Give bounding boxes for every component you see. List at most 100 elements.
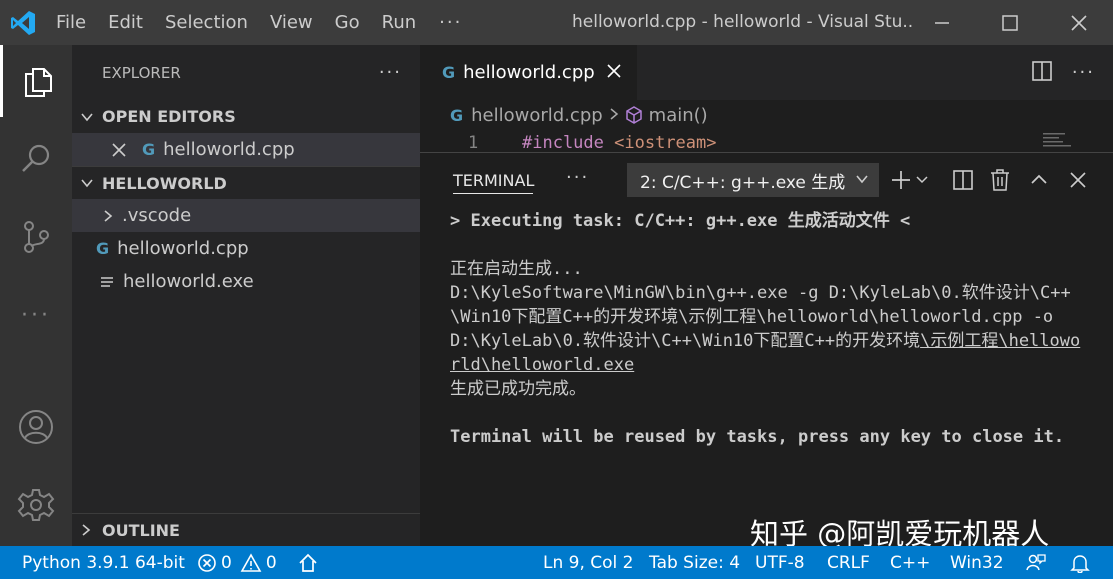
breadcrumb-symbol[interactable]: main() bbox=[649, 105, 708, 126]
minimap[interactable] bbox=[1040, 130, 1090, 150]
terminal-select-value: 2: C/C++: g++.exe 生成 bbox=[640, 172, 846, 193]
close-window-button[interactable] bbox=[1045, 0, 1113, 45]
maximize-panel-button[interactable] bbox=[1024, 163, 1054, 197]
explorer-title: EXPLORER bbox=[102, 63, 181, 82]
new-terminal-button[interactable] bbox=[890, 163, 932, 197]
open-editors-section[interactable]: OPEN EDITORS bbox=[72, 100, 420, 133]
tree-item-helloworld-cpp[interactable]: G helloworld.cpp bbox=[72, 232, 420, 265]
error-count: 0 bbox=[221, 552, 232, 573]
split-terminal-button[interactable] bbox=[948, 163, 978, 197]
include-file: <iostream> bbox=[614, 133, 717, 152]
menu-file[interactable]: File bbox=[45, 0, 97, 45]
line-number: 1 bbox=[468, 133, 479, 152]
kill-terminal-button[interactable] bbox=[985, 163, 1015, 197]
python-interpreter-status[interactable]: Python 3.9.1 64-bit bbox=[22, 546, 185, 579]
breadcrumb-chevron-icon bbox=[609, 105, 619, 126]
settings-button[interactable] bbox=[0, 469, 72, 541]
chevron-right-icon bbox=[102, 209, 122, 223]
explorer-more-button[interactable]: ··· bbox=[379, 62, 402, 83]
terminal-panel: TERMINAL ··· 2: C/C++: g++.exe 生成 > Exec… bbox=[420, 152, 1113, 551]
panel-more-button[interactable]: ··· bbox=[566, 153, 589, 203]
terminal-tab[interactable]: TERMINAL bbox=[453, 153, 534, 208]
menu-edit[interactable]: Edit bbox=[97, 0, 154, 45]
chevron-down-icon bbox=[855, 171, 869, 191]
breadcrumb-file[interactable]: helloworld.cpp bbox=[471, 105, 603, 126]
menu-go[interactable]: Go bbox=[324, 0, 371, 45]
close-tab-icon[interactable] bbox=[607, 62, 621, 83]
close-panel-button[interactable] bbox=[1063, 163, 1093, 197]
tree-item-helloworld-exe[interactable]: helloworld.exe bbox=[72, 265, 420, 298]
editor-more-button[interactable]: ··· bbox=[1072, 62, 1095, 83]
problems-status[interactable]: 0 0 bbox=[197, 546, 277, 579]
helloworld-folder-section[interactable]: HELLOWORLD bbox=[72, 166, 420, 199]
search-activity-button[interactable] bbox=[0, 123, 72, 195]
notifications-button[interactable] bbox=[1070, 546, 1090, 579]
close-editor-icon[interactable] bbox=[112, 142, 142, 157]
split-icon bbox=[953, 170, 973, 190]
close-icon bbox=[1070, 172, 1086, 188]
chevron-down-icon bbox=[80, 176, 102, 190]
editor-actions: ··· bbox=[1032, 45, 1095, 100]
language-mode-status[interactable]: C++ bbox=[890, 546, 930, 579]
open-editors-label: OPEN EDITORS bbox=[102, 107, 236, 126]
source-control-icon bbox=[24, 221, 49, 253]
cpp-file-icon: G bbox=[442, 63, 456, 82]
explorer-activity-button[interactable] bbox=[0, 45, 72, 117]
title-bar: File Edit Selection View Go Run ··· hell… bbox=[0, 0, 1113, 45]
activity-bar: ··· bbox=[0, 45, 72, 546]
vscode-logo-icon bbox=[0, 0, 45, 45]
eol-status[interactable]: CRLF bbox=[827, 546, 870, 579]
account-icon bbox=[19, 410, 53, 444]
home-icon bbox=[299, 553, 317, 572]
terminal-output[interactable]: > Executing task: C/C++: g++.exe 生成活动文件 … bbox=[450, 209, 1090, 449]
open-editor-item[interactable]: G helloworld.cpp bbox=[72, 133, 420, 166]
terminal-select-dropdown[interactable]: 2: C/C++: g++.exe 生成 bbox=[627, 163, 879, 197]
panel-title-bar: TERMINAL ··· 2: C/C++: g++.exe 生成 bbox=[420, 153, 1113, 208]
terminal-starting-line: 正在启动生成... bbox=[450, 259, 583, 279]
terminal-command-line: D:\KyleSoftware\MinGW\bin\g++.exe -g D:\… bbox=[450, 281, 1090, 377]
minimize-button[interactable] bbox=[908, 0, 976, 45]
editor-tab-helloworld[interactable]: G helloworld.cpp bbox=[420, 45, 637, 100]
tab-label: helloworld.cpp bbox=[463, 62, 595, 83]
more-activity-button[interactable]: ··· bbox=[0, 279, 72, 351]
search-icon bbox=[22, 144, 50, 172]
menu-view[interactable]: View bbox=[259, 0, 324, 45]
code-line-1[interactable]: 1 #include <iostream> bbox=[420, 130, 1113, 152]
menu-bar: File Edit Selection View Go Run ··· bbox=[45, 0, 474, 45]
maximize-button[interactable] bbox=[976, 0, 1044, 45]
tree-item-label: helloworld.cpp bbox=[117, 238, 249, 259]
cpp-file-icon: G bbox=[450, 105, 464, 125]
minimize-icon bbox=[935, 21, 949, 24]
cpp-file-icon: G bbox=[142, 140, 156, 159]
source-control-activity-button[interactable] bbox=[0, 201, 72, 273]
platform-status[interactable]: Win32 bbox=[950, 546, 1004, 579]
feedback-person-icon bbox=[1026, 553, 1046, 570]
accounts-button[interactable] bbox=[0, 391, 72, 463]
terminal-success-line: 生成已成功完成。 bbox=[450, 379, 586, 399]
tree-item-label: .vscode bbox=[122, 205, 192, 226]
symbol-method-icon bbox=[625, 106, 643, 124]
tab-size-status[interactable]: Tab Size: 4 bbox=[649, 546, 740, 579]
home-button[interactable] bbox=[298, 546, 318, 579]
terminal-reuse-line: Terminal will be reused by tasks, press … bbox=[450, 427, 1065, 447]
menu-selection[interactable]: Selection bbox=[154, 0, 259, 45]
menu-run[interactable]: Run bbox=[371, 0, 428, 45]
plus-dropdown-icon bbox=[892, 171, 928, 189]
feedback-button[interactable] bbox=[1026, 546, 1046, 579]
tree-item-vscode[interactable]: .vscode bbox=[72, 199, 420, 232]
menu-more-button[interactable]: ··· bbox=[427, 0, 474, 45]
warning-count: 0 bbox=[265, 552, 277, 573]
outline-section[interactable]: OUTLINE bbox=[72, 513, 420, 546]
include-keyword: #include bbox=[522, 133, 604, 152]
split-editor-icon[interactable] bbox=[1032, 60, 1052, 85]
chevron-right-icon bbox=[80, 523, 102, 537]
editor-tab-bar: G helloworld.cpp ··· bbox=[420, 45, 1113, 100]
editor-area: G helloworld.cpp ··· G helloworld.cpp ma… bbox=[420, 45, 1113, 551]
cursor-position-status[interactable]: Ln 9, Col 2 bbox=[543, 546, 634, 579]
encoding-status[interactable]: UTF-8 bbox=[755, 546, 805, 579]
settings-gear-icon bbox=[17, 489, 55, 521]
tree-item-label: helloworld.exe bbox=[123, 271, 254, 292]
terminal-executing-line: > Executing task: C/C++: g++.exe 生成活动文件 … bbox=[450, 211, 911, 231]
